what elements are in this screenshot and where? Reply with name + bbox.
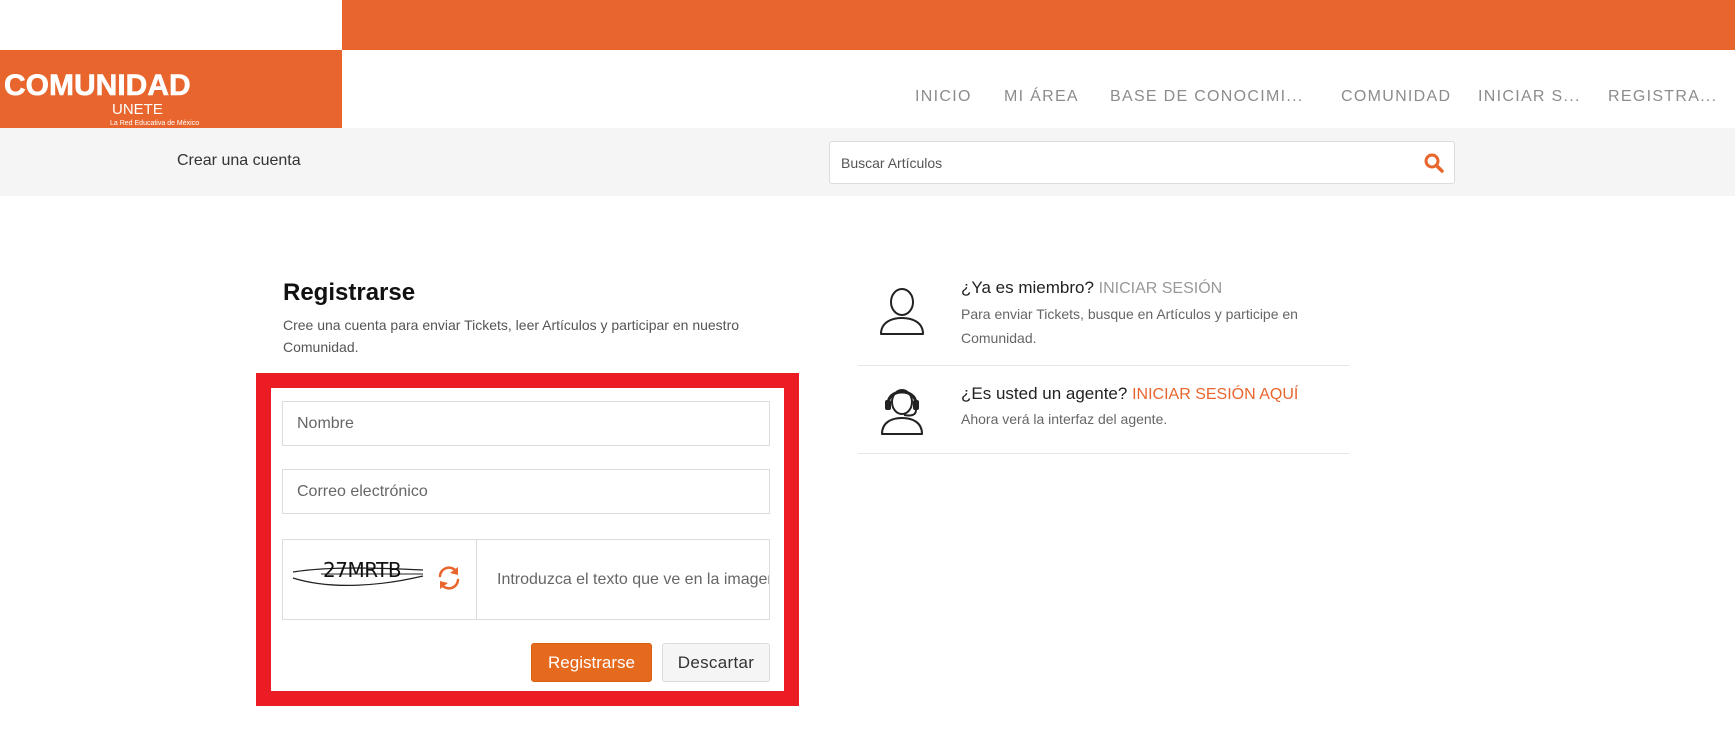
user-icon bbox=[880, 288, 924, 335]
top-brand-band bbox=[342, 0, 1735, 50]
site-logo[interactable]: COMUNIDAD UNETE La Red Educativa de Méxi… bbox=[0, 50, 342, 128]
logo-tagline: La Red Educativa de México bbox=[110, 120, 199, 127]
agent-info-panel: ¿Es usted un agente? INICIAR SESIÓN AQUÍ… bbox=[858, 366, 1349, 454]
member-info-panel: ¿Ya es miembro? INICIAR SESIÓN Para envi… bbox=[858, 266, 1349, 366]
nav-item-base-de-conocimiento[interactable]: BASE DE CONOCIMI... bbox=[1110, 88, 1304, 106]
captcha-input[interactable] bbox=[477, 540, 769, 619]
register-description: Cree una cuenta para enviar Tickets, lee… bbox=[283, 317, 740, 355]
logo-graphic: COMUNIDAD UNETE La Red Educativa de Méxi… bbox=[4, 69, 200, 127]
subheader-bar: Crear una cuenta bbox=[0, 128, 1735, 196]
register-button[interactable]: Registrarse bbox=[531, 643, 652, 682]
register-heading: Registrarse bbox=[283, 279, 416, 306]
logo-sub: UNETE bbox=[112, 101, 163, 118]
name-input[interactable] bbox=[283, 402, 769, 445]
member-heading: ¿Ya es miembro? INICIAR SESIÓN bbox=[961, 278, 1222, 298]
name-field bbox=[282, 401, 770, 446]
email-input[interactable] bbox=[283, 470, 769, 513]
agent-text: Ahora verá la interfaz del agente. bbox=[961, 411, 1168, 427]
login-link[interactable]: INICIAR SESIÓN bbox=[1099, 280, 1223, 297]
captcha-code: 27MRTB bbox=[323, 558, 402, 582]
member-text: Para enviar Tickets, busque en Artículos… bbox=[961, 306, 1298, 346]
search-icon[interactable] bbox=[1422, 151, 1446, 175]
search-input[interactable] bbox=[830, 142, 1410, 183]
captcha-block: 27MRTB bbox=[282, 539, 770, 620]
nav-item-registrarse[interactable]: REGISTRA... bbox=[1608, 88, 1717, 106]
agent-question: ¿Es usted un agente? bbox=[961, 384, 1128, 403]
logo-word: COMUNIDAD bbox=[4, 69, 191, 102]
search-box bbox=[829, 141, 1455, 184]
nav-item-mi-area[interactable]: MI ÁREA bbox=[1004, 88, 1079, 106]
agent-heading: ¿Es usted un agente? INICIAR SESIÓN AQUÍ bbox=[961, 384, 1298, 404]
nav-item-comunidad[interactable]: COMUNIDAD bbox=[1341, 88, 1451, 106]
page-title: Crear una cuenta bbox=[177, 152, 301, 169]
nav-item-inicio[interactable]: INICIO bbox=[915, 88, 972, 106]
discard-button[interactable]: Descartar bbox=[662, 643, 770, 682]
member-question: ¿Ya es miembro? bbox=[961, 278, 1094, 297]
agent-login-link[interactable]: INICIAR SESIÓN AQUÍ bbox=[1132, 386, 1298, 403]
headset-agent-icon bbox=[881, 389, 923, 435]
refresh-icon[interactable] bbox=[435, 564, 463, 592]
nav-item-iniciar-sesion[interactable]: INICIAR S... bbox=[1478, 88, 1581, 106]
email-field bbox=[282, 469, 770, 514]
